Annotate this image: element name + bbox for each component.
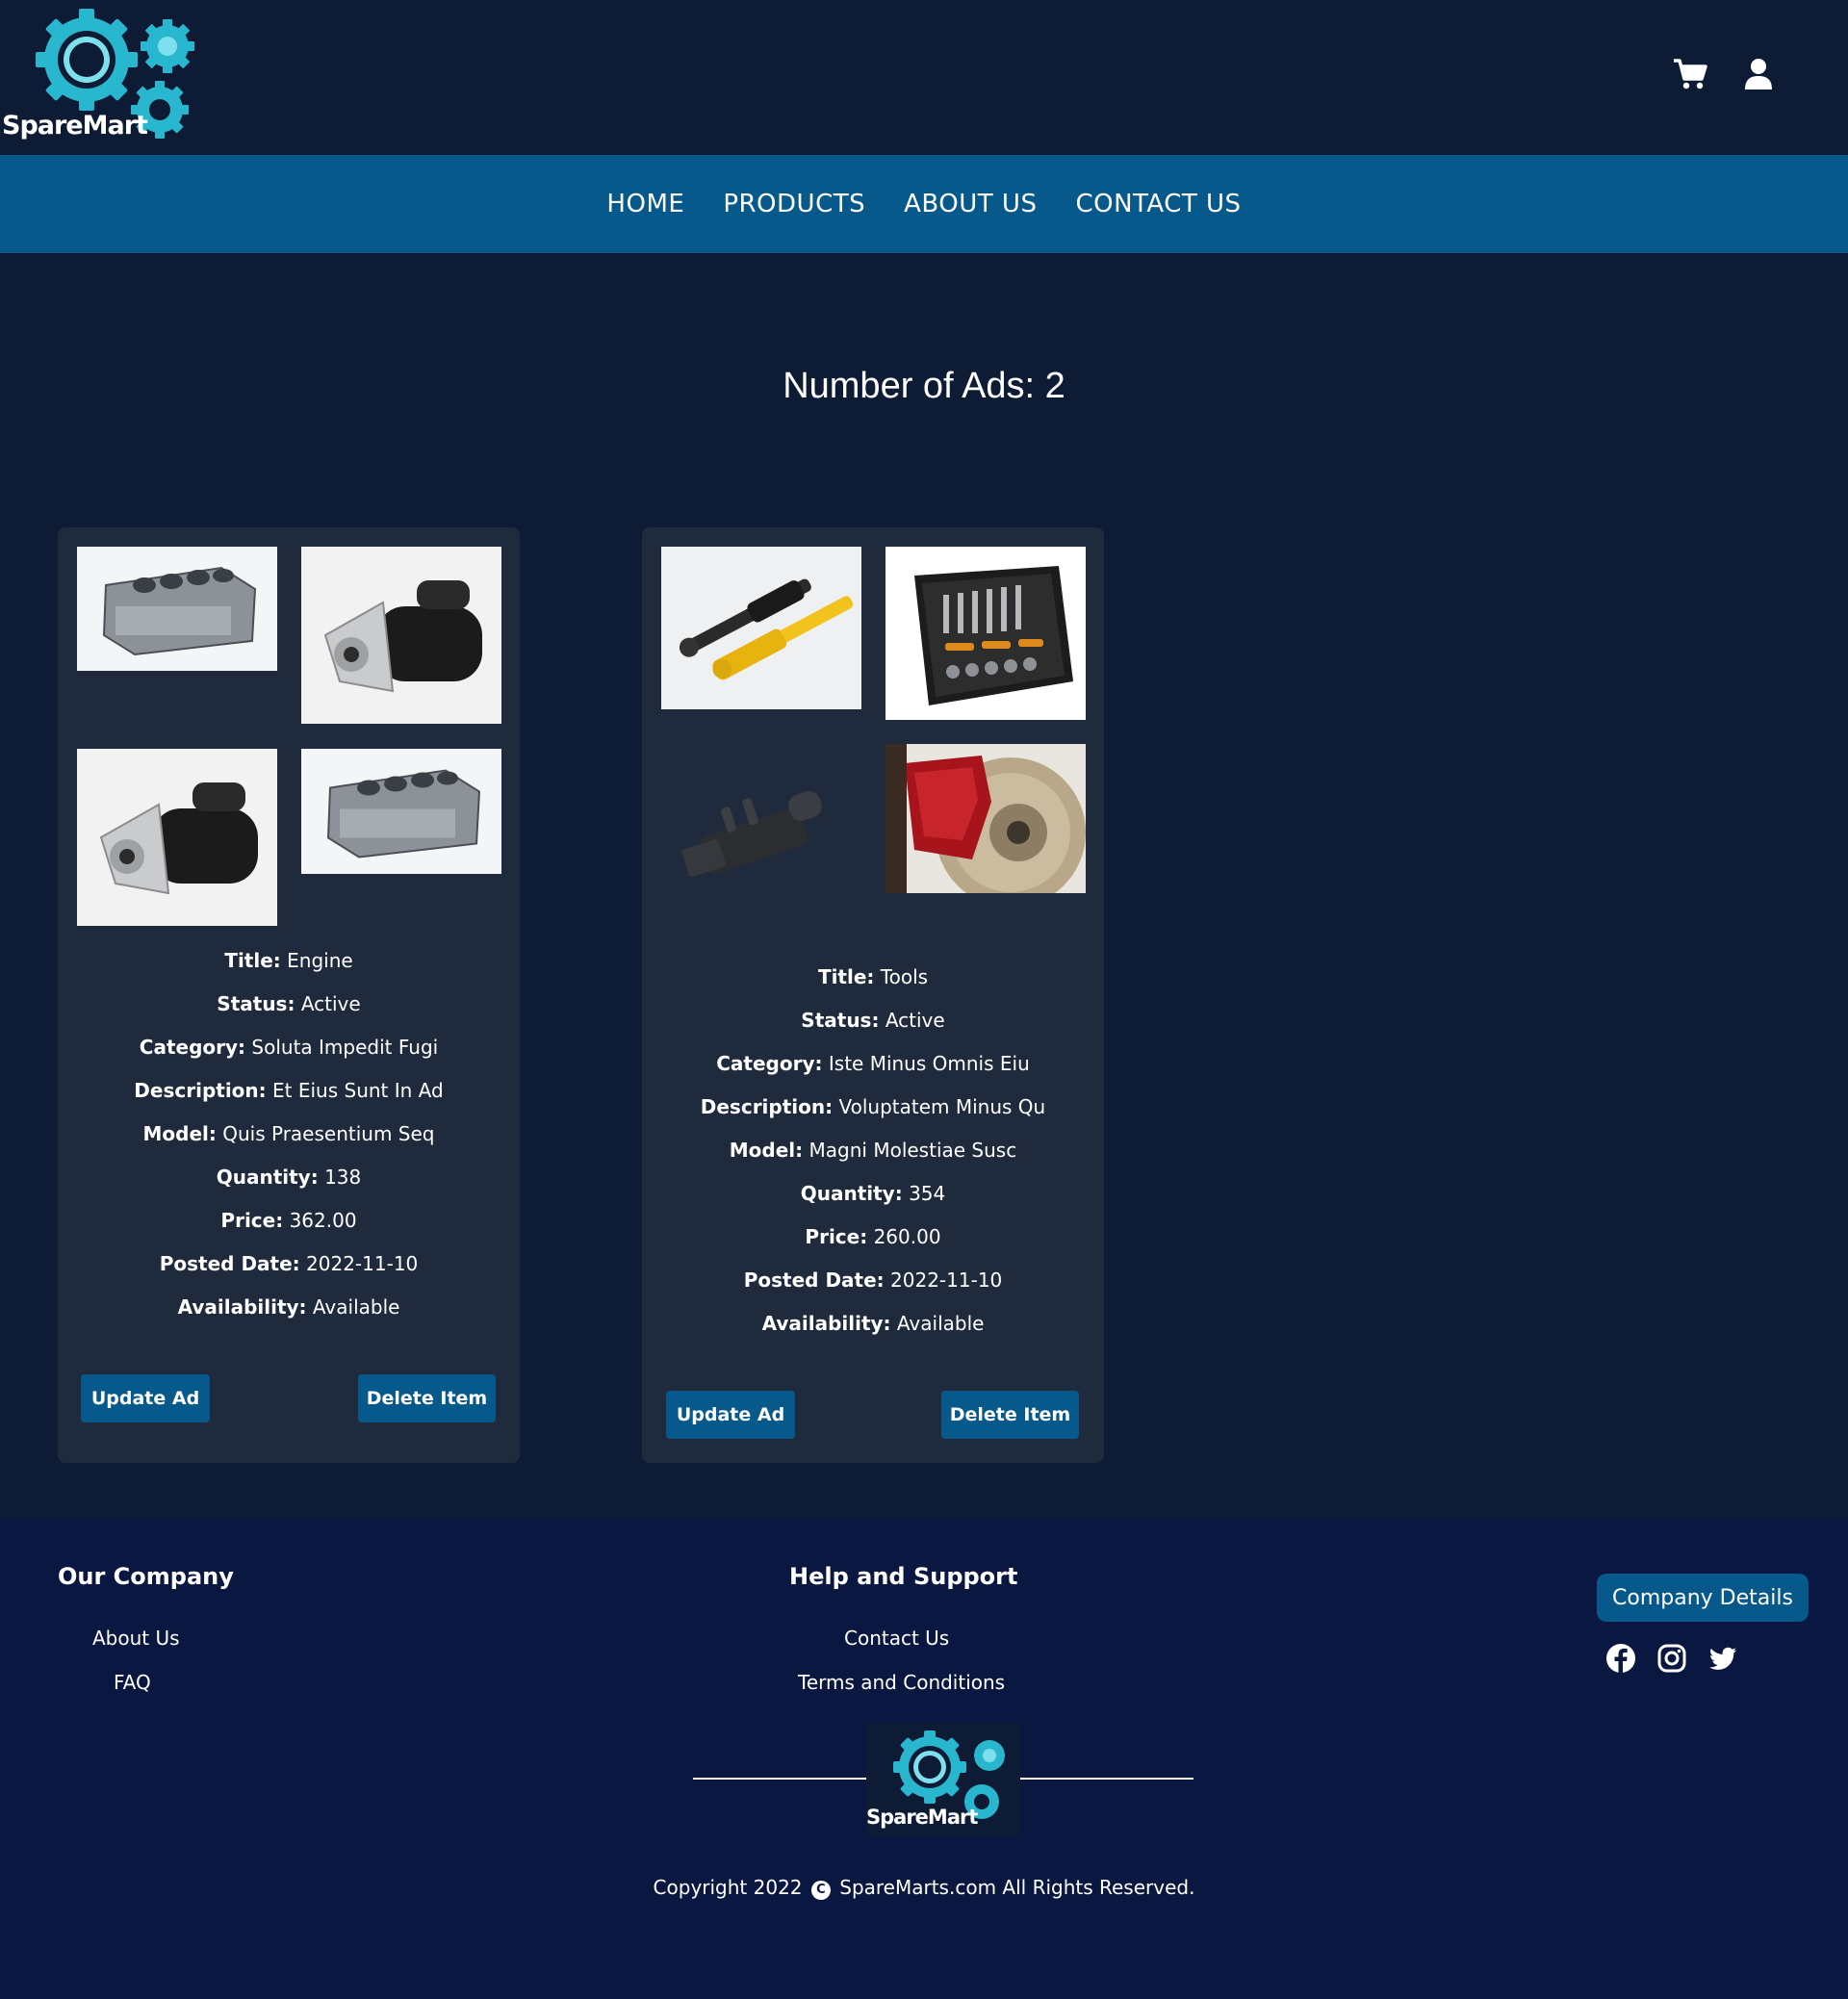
top-header: SpareMart: [0, 0, 1848, 155]
ad-field-title: Title: Tools: [817, 965, 929, 988]
ad-field-model: Model: Magni Molestiae Susc: [729, 1139, 1017, 1162]
delete-item-button[interactable]: Delete Item: [358, 1374, 496, 1422]
copyright-text: Copyright 2022 C SpareMarts.com All Righ…: [0, 1876, 1848, 1900]
nav-about-us[interactable]: ABOUT US: [904, 190, 1037, 218]
logo-text: SpareMart: [2, 111, 148, 141]
ad-field-description: Description: Et Eius Sunt In Ad: [134, 1079, 444, 1102]
update-ad-button[interactable]: Update Ad: [666, 1391, 795, 1439]
ad-details: Title: Tools Status: Active Category: Is…: [642, 956, 1104, 1345]
ad-image-engine-block[interactable]: [301, 749, 501, 874]
nav-home[interactable]: HOME: [606, 190, 684, 218]
ad-field-price: Price: 362.00: [220, 1209, 357, 1232]
footer-link-faq[interactable]: FAQ: [114, 1671, 151, 1694]
ad-image-starter-motor[interactable]: [301, 547, 501, 724]
footer-link-about-us[interactable]: About Us: [92, 1627, 180, 1650]
ad-field-availability: Availability: Available: [177, 1295, 400, 1319]
ad-image-starter-motor[interactable]: [77, 749, 277, 926]
ad-image-engine-block[interactable]: [77, 547, 277, 671]
footer-divider-left: [693, 1778, 866, 1780]
copyright-suffix: SpareMarts.com All Rights Reserved.: [839, 1876, 1195, 1899]
ad-field-posted-date: Posted Date: 2022-11-10: [743, 1269, 1003, 1292]
main-navbar: HOME PRODUCTS ABOUT US CONTACT US: [0, 155, 1848, 253]
ad-details: Title: Engine Status: Active Category: S…: [58, 939, 520, 1329]
ad-field-status: Status: Active: [801, 1009, 945, 1032]
footer-divider-right: [1020, 1778, 1194, 1780]
footer-logo-text: SpareMart: [866, 1806, 978, 1829]
update-ad-button[interactable]: Update Ad: [81, 1374, 210, 1422]
instagram-icon[interactable]: [1656, 1643, 1687, 1674]
ad-field-category: Category: Iste Minus Omnis Eiu: [716, 1052, 1030, 1075]
user-icon[interactable]: [1744, 58, 1773, 90]
facebook-icon[interactable]: [1605, 1643, 1636, 1674]
footer-link-contact-us[interactable]: Contact Us: [844, 1627, 949, 1650]
ad-field-price: Price: 260.00: [805, 1225, 941, 1248]
footer-link-terms[interactable]: Terms and Conditions: [798, 1671, 1005, 1694]
delete-item-button[interactable]: Delete Item: [941, 1391, 1079, 1439]
ad-field-description: Description: Voluptatem Minus Qu: [700, 1095, 1046, 1118]
company-details-button[interactable]: Company Details: [1597, 1574, 1809, 1622]
twitter-icon[interactable]: [1707, 1643, 1738, 1674]
cart-icon[interactable]: [1673, 58, 1707, 90]
ad-field-quantity: Quantity: 138: [216, 1166, 362, 1189]
ad-count-heading: Number of Ads: 2: [783, 366, 1065, 406]
ad-image-brake-disc[interactable]: [886, 744, 1086, 893]
copyright-prefix: Copyright 2022: [653, 1876, 803, 1899]
nav-products[interactable]: PRODUCTS: [723, 190, 865, 218]
ad-field-posted-date: Posted Date: 2022-11-10: [159, 1252, 419, 1275]
ad-field-title: Title: Engine: [224, 949, 353, 972]
ad-card: Title: Engine Status: Active Category: S…: [58, 527, 520, 1463]
copyright-icon: C: [810, 1881, 831, 1900]
ad-image-shock-absorbers[interactable]: [661, 547, 861, 709]
footer-heading-help-support: Help and Support: [789, 1563, 1018, 1590]
ad-field-quantity: Quantity: 354: [800, 1182, 946, 1205]
footer-heading-our-company: Our Company: [58, 1563, 234, 1590]
ad-field-model: Model: Quis Praesentium Seq: [142, 1122, 435, 1145]
ad-image-tool-kit[interactable]: [886, 547, 1086, 720]
ad-field-status: Status: Active: [217, 992, 361, 1015]
ad-image-sensor[interactable]: [661, 744, 861, 912]
ad-card: Title: Tools Status: Active Category: Is…: [642, 527, 1104, 1463]
nav-contact-us[interactable]: CONTACT US: [1075, 190, 1241, 218]
ad-field-category: Category: Soluta Impedit Fugi: [139, 1036, 439, 1059]
ad-field-availability: Availability: Available: [761, 1312, 985, 1335]
